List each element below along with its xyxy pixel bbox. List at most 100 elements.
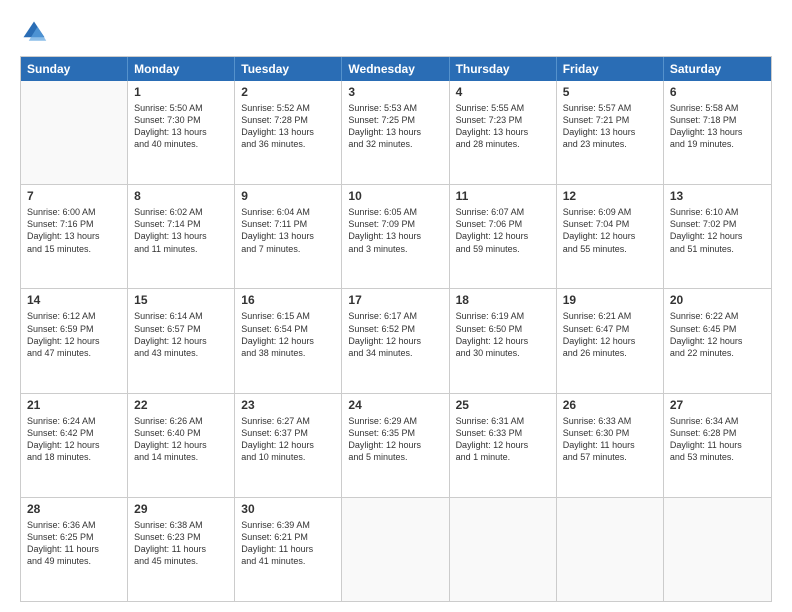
cal-cell: 21 Sunrise: 6:24 AMSunset: 6:42 PMDayligh…	[21, 394, 128, 497]
day-number: 9	[241, 189, 335, 203]
week-row-5: 28 Sunrise: 6:36 AMSunset: 6:25 PMDayligh…	[21, 498, 771, 601]
cell-text: Sunrise: 6:33 AMSunset: 6:30 PMDaylight:…	[563, 415, 657, 464]
cell-text: Sunrise: 6:17 AMSunset: 6:52 PMDaylight:…	[348, 310, 442, 359]
cell-text: Sunrise: 6:39 AMSunset: 6:21 PMDaylight:…	[241, 519, 335, 568]
calendar-header: SundayMondayTuesdayWednesdayThursdayFrid…	[21, 57, 771, 81]
cell-text: Sunrise: 6:04 AMSunset: 7:11 PMDaylight:…	[241, 206, 335, 255]
cell-text: Sunrise: 6:36 AMSunset: 6:25 PMDaylight:…	[27, 519, 121, 568]
logo	[20, 18, 52, 46]
day-number: 25	[456, 398, 550, 412]
cal-cell: 13 Sunrise: 6:10 AMSunset: 7:02 PMDayligh…	[664, 185, 771, 288]
calendar: SundayMondayTuesdayWednesdayThursdayFrid…	[20, 56, 772, 602]
cell-text: Sunrise: 6:38 AMSunset: 6:23 PMDaylight:…	[134, 519, 228, 568]
cal-cell: 11 Sunrise: 6:07 AMSunset: 7:06 PMDayligh…	[450, 185, 557, 288]
cal-cell: 18 Sunrise: 6:19 AMSunset: 6:50 PMDayligh…	[450, 289, 557, 392]
cell-text: Sunrise: 5:53 AMSunset: 7:25 PMDaylight:…	[348, 102, 442, 151]
cell-text: Sunrise: 6:14 AMSunset: 6:57 PMDaylight:…	[134, 310, 228, 359]
cal-cell: 17 Sunrise: 6:17 AMSunset: 6:52 PMDayligh…	[342, 289, 449, 392]
cal-cell: 2 Sunrise: 5:52 AMSunset: 7:28 PMDaylight…	[235, 81, 342, 184]
cal-cell: 9 Sunrise: 6:04 AMSunset: 7:11 PMDaylight…	[235, 185, 342, 288]
cell-text: Sunrise: 6:00 AMSunset: 7:16 PMDaylight:…	[27, 206, 121, 255]
day-number: 30	[241, 502, 335, 516]
cal-cell: 29Sunrise: 6:38 AMSunset: 6:23 PMDayligh…	[128, 498, 235, 601]
cell-text: Sunrise: 6:12 AMSunset: 6:59 PMDaylight:…	[27, 310, 121, 359]
cell-text: Sunrise: 5:52 AMSunset: 7:28 PMDaylight:…	[241, 102, 335, 151]
cal-cell: 30 Sunrise: 6:39 AMSunset: 6:21 PMDayligh…	[235, 498, 342, 601]
week-row-1: 1Sunrise: 5:50 AMSunset: 7:30 PMDaylight…	[21, 81, 771, 185]
day-number: 14	[27, 293, 121, 307]
header-day-saturday: Saturday	[664, 57, 771, 81]
day-number: 20	[670, 293, 765, 307]
cal-cell: 19Sunrise: 6:21 AMSunset: 6:47 PMDayligh…	[557, 289, 664, 392]
header-day-friday: Friday	[557, 57, 664, 81]
cell-text: Sunrise: 6:02 AMSunset: 7:14 PMDaylight:…	[134, 206, 228, 255]
cal-cell: 25 Sunrise: 6:31 AMSunset: 6:33 PMDayligh…	[450, 394, 557, 497]
cell-text: Sunrise: 6:19 AMSunset: 6:50 PMDaylight:…	[456, 310, 550, 359]
day-number: 22	[134, 398, 228, 412]
cell-text: Sunrise: 6:27 AMSunset: 6:37 PMDaylight:…	[241, 415, 335, 464]
week-row-2: 7 Sunrise: 6:00 AMSunset: 7:16 PMDaylight…	[21, 185, 771, 289]
cal-cell: 14 Sunrise: 6:12 AMSunset: 6:59 PMDayligh…	[21, 289, 128, 392]
cal-cell: 22 Sunrise: 6:26 AMSunset: 6:40 PMDayligh…	[128, 394, 235, 497]
cell-text: Sunrise: 6:24 AMSunset: 6:42 PMDaylight:…	[27, 415, 121, 464]
logo-icon	[20, 18, 48, 46]
cell-text: Sunrise: 5:50 AMSunset: 7:30 PMDaylight:…	[134, 102, 228, 151]
cell-text: Sunrise: 6:09 AMSunset: 7:04 PMDaylight:…	[563, 206, 657, 255]
day-number: 21	[27, 398, 121, 412]
day-number: 13	[670, 189, 765, 203]
day-number: 19	[563, 293, 657, 307]
header	[20, 18, 772, 46]
day-number: 28	[27, 502, 121, 516]
cell-text: Sunrise: 6:10 AMSunset: 7:02 PMDaylight:…	[670, 206, 765, 255]
day-number: 26	[563, 398, 657, 412]
day-number: 2	[241, 85, 335, 99]
cell-text: Sunrise: 6:07 AMSunset: 7:06 PMDaylight:…	[456, 206, 550, 255]
day-number: 27	[670, 398, 765, 412]
week-row-3: 14 Sunrise: 6:12 AMSunset: 6:59 PMDayligh…	[21, 289, 771, 393]
cell-text: Sunrise: 6:34 AMSunset: 6:28 PMDaylight:…	[670, 415, 765, 464]
header-day-monday: Monday	[128, 57, 235, 81]
header-day-tuesday: Tuesday	[235, 57, 342, 81]
cal-cell: 10 Sunrise: 6:05 AMSunset: 7:09 PMDayligh…	[342, 185, 449, 288]
day-number: 8	[134, 189, 228, 203]
cal-cell: 1Sunrise: 5:50 AMSunset: 7:30 PMDaylight…	[128, 81, 235, 184]
day-number: 16	[241, 293, 335, 307]
day-number: 18	[456, 293, 550, 307]
cal-cell: 7 Sunrise: 6:00 AMSunset: 7:16 PMDaylight…	[21, 185, 128, 288]
cal-cell	[21, 81, 128, 184]
week-row-4: 21 Sunrise: 6:24 AMSunset: 6:42 PMDayligh…	[21, 394, 771, 498]
day-number: 4	[456, 85, 550, 99]
cal-cell	[450, 498, 557, 601]
cell-text: Sunrise: 6:26 AMSunset: 6:40 PMDaylight:…	[134, 415, 228, 464]
cal-cell: 28 Sunrise: 6:36 AMSunset: 6:25 PMDayligh…	[21, 498, 128, 601]
day-number: 10	[348, 189, 442, 203]
cal-cell: 3 Sunrise: 5:53 AMSunset: 7:25 PMDaylight…	[342, 81, 449, 184]
day-number: 7	[27, 189, 121, 203]
day-number: 5	[563, 85, 657, 99]
cal-cell: 5 Sunrise: 5:57 AMSunset: 7:21 PMDaylight…	[557, 81, 664, 184]
day-number: 23	[241, 398, 335, 412]
cell-text: Sunrise: 5:57 AMSunset: 7:21 PMDaylight:…	[563, 102, 657, 151]
cal-cell	[557, 498, 664, 601]
cal-cell: 20 Sunrise: 6:22 AMSunset: 6:45 PMDayligh…	[664, 289, 771, 392]
cal-cell: 8 Sunrise: 6:02 AMSunset: 7:14 PMDaylight…	[128, 185, 235, 288]
calendar-body: 1Sunrise: 5:50 AMSunset: 7:30 PMDaylight…	[21, 81, 771, 601]
cal-cell: 4Sunrise: 5:55 AMSunset: 7:23 PMDaylight…	[450, 81, 557, 184]
cell-text: Sunrise: 6:31 AMSunset: 6:33 PMDaylight:…	[456, 415, 550, 464]
day-number: 3	[348, 85, 442, 99]
day-number: 17	[348, 293, 442, 307]
day-number: 11	[456, 189, 550, 203]
cell-text: Sunrise: 6:15 AMSunset: 6:54 PMDaylight:…	[241, 310, 335, 359]
cal-cell: 26 Sunrise: 6:33 AMSunset: 6:30 PMDayligh…	[557, 394, 664, 497]
cell-text: Sunrise: 6:22 AMSunset: 6:45 PMDaylight:…	[670, 310, 765, 359]
cell-text: Sunrise: 6:29 AMSunset: 6:35 PMDaylight:…	[348, 415, 442, 464]
cal-cell: 24Sunrise: 6:29 AMSunset: 6:35 PMDayligh…	[342, 394, 449, 497]
cal-cell: 23 Sunrise: 6:27 AMSunset: 6:37 PMDayligh…	[235, 394, 342, 497]
cal-cell	[664, 498, 771, 601]
cal-cell: 15Sunrise: 6:14 AMSunset: 6:57 PMDayligh…	[128, 289, 235, 392]
header-day-thursday: Thursday	[450, 57, 557, 81]
cell-text: Sunrise: 6:05 AMSunset: 7:09 PMDaylight:…	[348, 206, 442, 255]
cal-cell	[342, 498, 449, 601]
cal-cell: 16 Sunrise: 6:15 AMSunset: 6:54 PMDayligh…	[235, 289, 342, 392]
header-day-sunday: Sunday	[21, 57, 128, 81]
